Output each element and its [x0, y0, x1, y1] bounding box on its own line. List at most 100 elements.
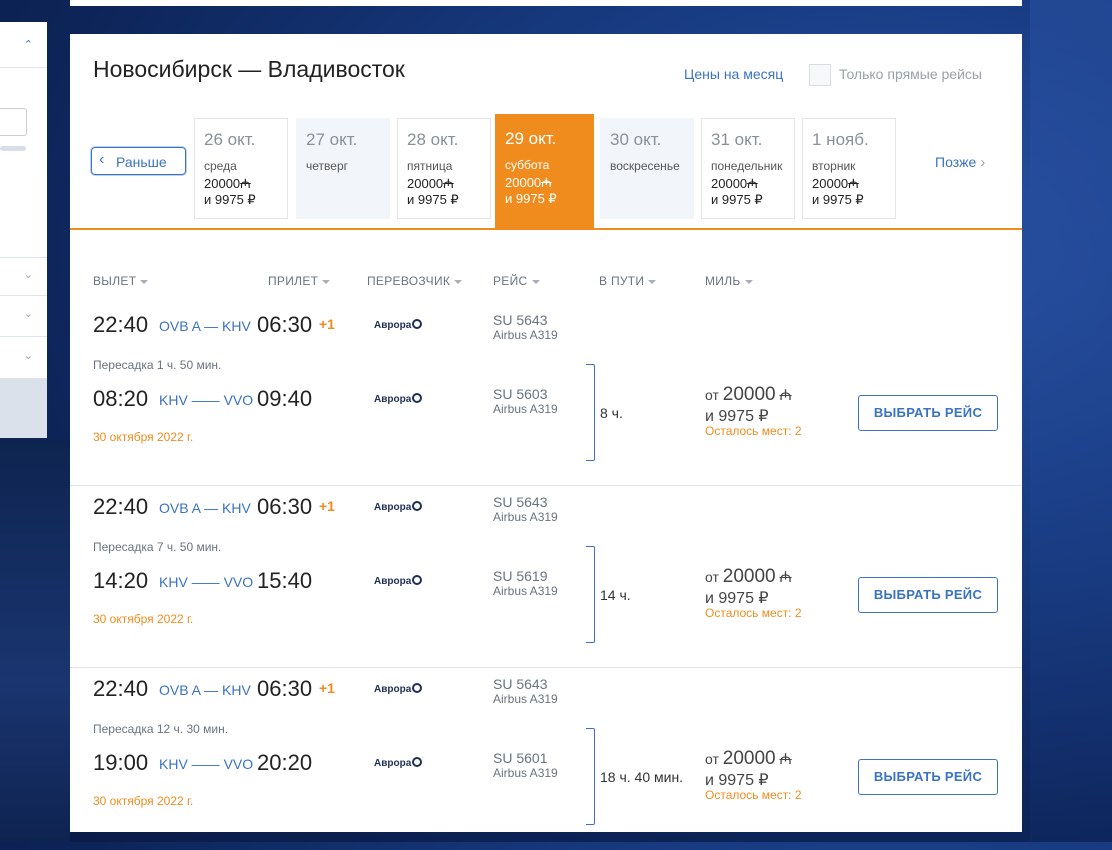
- date-tile[interactable]: 1 нояб. вторник 20000₼ и 9975 ₽: [802, 118, 896, 219]
- seats-left: Осталось мест: 2: [705, 788, 802, 802]
- date-tile[interactable]: 30 окт. воскресенье: [600, 118, 694, 219]
- date-tile[interactable]: 31 окт. понедельник 20000₼ и 9975 ₽: [701, 118, 795, 219]
- sort-departure[interactable]: ВЫЛЕТ: [93, 274, 149, 288]
- miles-currency-icon: ₼: [848, 176, 859, 191]
- arrival-time: 06:30: [257, 312, 313, 337]
- date-tile[interactable]: 26 окт. среда 20000₼ и 9975 ₽: [194, 118, 288, 219]
- date-label: 27 окт.: [306, 130, 358, 149]
- weekday-label: суббота: [505, 158, 550, 172]
- carrier-logo: Аврора: [374, 757, 423, 769]
- aircraft-type: Airbus A319: [493, 584, 558, 598]
- miles-currency-icon: ₼: [779, 569, 792, 586]
- direct-only-checkbox[interactable]: [809, 64, 831, 86]
- date-miles-price: 20000₼: [812, 176, 859, 191]
- departure-time: 22:40: [93, 676, 149, 701]
- date-label: 28 окт.: [407, 130, 459, 149]
- leg-route: OVB A — KHV: [159, 682, 251, 698]
- earlier-dates-button[interactable]: ‹ Раньше: [91, 147, 186, 175]
- carrier-logo: Аврора: [374, 575, 423, 587]
- later-dates-button[interactable]: Позже ›: [935, 154, 985, 171]
- rub-price: и 9975 ₽: [705, 772, 769, 789]
- filter-section-collapsed[interactable]: ⌄: [0, 337, 47, 379]
- select-flight-button[interactable]: ВЫБРАТЬ РЕЙС: [858, 395, 998, 431]
- aircraft-type: Airbus A319: [493, 692, 558, 706]
- leg-route: OVB A — KHV: [159, 500, 251, 516]
- caret-down-icon: [531, 279, 540, 284]
- chevron-down-icon[interactable]: ⌄: [24, 307, 33, 320]
- caret-down-icon: [648, 279, 657, 284]
- aurora-logo-icon: [412, 319, 423, 330]
- flight-option: 22:40 OVB A — KHV 06:30 +1 Аврора SU 5643 Airb…: [70, 667, 1022, 850]
- aurora-logo-icon: [412, 683, 423, 694]
- carrier-logo: Аврора: [374, 501, 423, 513]
- rub-price: и 9975 ₽: [705, 590, 769, 607]
- sort-carrier[interactable]: ПЕРЕВОЗЧИК: [367, 274, 463, 288]
- filter-section-collapsed[interactable]: ⌄: [0, 295, 47, 337]
- date-label: 29 окт.: [505, 129, 557, 148]
- miles-price: от 20000 ₼: [705, 384, 792, 405]
- leg-route: KHV —— VVO: [159, 756, 254, 772]
- top-panel-edge: [70, 0, 1022, 6]
- filter-slider[interactable]: [0, 146, 26, 151]
- aircraft-type: Airbus A319: [493, 402, 558, 416]
- duration-bracket: [586, 546, 595, 643]
- date-rub-price: и 9975 ₽: [204, 192, 256, 207]
- flight-number: SU 5601: [493, 750, 548, 766]
- layover-info: Пересадка 7 ч. 50 мин.: [93, 540, 222, 554]
- total-duration: 14 ч.: [600, 587, 631, 603]
- aircraft-type: Airbus A319: [493, 510, 558, 524]
- miles-currency-icon: ₼: [240, 176, 251, 191]
- date-rub-price: и 9975 ₽: [711, 192, 763, 207]
- next-day-badge: +1: [319, 498, 335, 514]
- flight-option: 22:40 OVB A — KHV 06:30 +1 Аврора SU 5643 Airb…: [70, 485, 1022, 668]
- next-day-badge: +1: [319, 680, 335, 696]
- weekday-label: пятница: [407, 159, 453, 173]
- month-prices-link[interactable]: Цены на месяц: [684, 66, 783, 82]
- date-tile[interactable]: 29 окт. суббота 20000₼ и 9975 ₽: [495, 114, 594, 228]
- arrival-time: 06:30: [257, 676, 313, 701]
- chevron-down-icon[interactable]: ⌄: [24, 349, 33, 362]
- chevron-up-icon[interactable]: ⌃: [24, 38, 33, 51]
- background-decoration: [0, 440, 70, 842]
- aurora-logo-icon: [412, 393, 423, 404]
- miles-currency-icon: ₼: [443, 176, 454, 191]
- sort-duration[interactable]: В ПУТИ: [599, 274, 657, 288]
- background-decoration: [1030, 0, 1112, 842]
- select-flight-button[interactable]: ВЫБРАТЬ РЕЙС: [858, 759, 998, 795]
- sort-arrival[interactable]: ПРИЛЕТ: [268, 274, 331, 288]
- departure-time: 22:40: [93, 312, 149, 337]
- flight-date: 30 октября 2022 г.: [93, 794, 194, 808]
- chevron-right-icon: ›: [980, 154, 986, 171]
- filter-input[interactable]: [0, 108, 27, 136]
- flight-option: 22:40 OVB A — KHV 06:30 +1 Аврора SU 5643 Airb…: [70, 304, 1022, 486]
- chevron-left-icon: ‹: [99, 151, 105, 168]
- flight-number: SU 5603: [493, 386, 548, 402]
- date-label: 26 окт.: [204, 130, 256, 149]
- date-miles-price: 20000₼: [407, 176, 454, 191]
- duration-bracket: [586, 364, 595, 461]
- caret-down-icon: [454, 279, 463, 284]
- carrier-logo: Аврора: [374, 393, 423, 405]
- chevron-down-icon[interactable]: ⌄: [24, 268, 33, 281]
- date-tile[interactable]: 28 окт. пятница 20000₼ и 9975 ₽: [397, 118, 491, 219]
- sort-flight[interactable]: РЕЙС: [493, 274, 540, 288]
- date-rub-price: и 9975 ₽: [812, 192, 864, 207]
- date-tile[interactable]: 27 окт. четверг: [296, 118, 390, 219]
- filter-section-header[interactable]: ⌃: [0, 22, 47, 68]
- date-miles-price: 20000₼: [711, 176, 758, 191]
- total-duration: 8 ч.: [600, 405, 623, 421]
- flight-number: SU 5643: [493, 312, 548, 328]
- weekday-label: среда: [204, 159, 237, 173]
- flight-date: 30 октября 2022 г.: [93, 612, 194, 626]
- date-rub-price: и 9975 ₽: [505, 191, 557, 206]
- direct-only-label[interactable]: Только прямые рейсы: [839, 66, 982, 82]
- weekday-label: понедельник: [711, 159, 783, 173]
- select-flight-button[interactable]: ВЫБРАТЬ РЕЙС: [858, 577, 998, 613]
- total-duration: 18 ч. 40 мин.: [600, 769, 684, 785]
- date-miles-price: 20000₼: [204, 176, 251, 191]
- sort-miles[interactable]: МИЛЬ: [705, 274, 753, 288]
- leg-route: KHV —— VVO: [159, 392, 254, 408]
- weekday-label: четверг: [306, 159, 348, 173]
- seats-left: Осталось мест: 2: [705, 424, 802, 438]
- filter-section-collapsed[interactable]: ⌄: [0, 257, 47, 296]
